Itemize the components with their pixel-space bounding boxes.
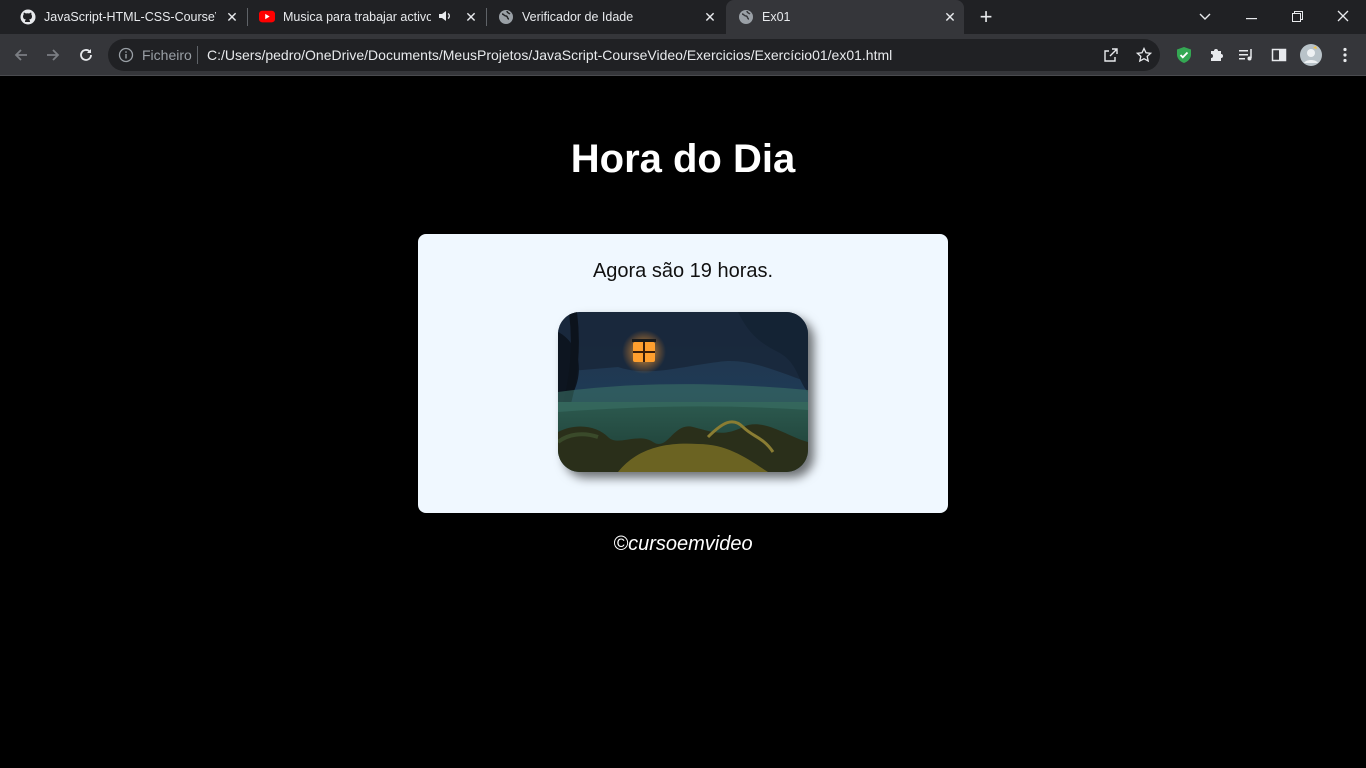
reload-button[interactable] xyxy=(73,42,99,68)
github-icon xyxy=(20,9,36,25)
media-control-icon[interactable] xyxy=(1236,44,1258,66)
tab-title: Ex01 xyxy=(762,10,791,24)
speaker-icon[interactable] xyxy=(437,9,453,25)
browser-toolbar: Ficheiro C:/Users/pedro/OneDrive/Documen… xyxy=(0,34,1366,76)
extensions-puzzle-icon[interactable] xyxy=(1205,44,1227,66)
profile-avatar[interactable] xyxy=(1300,44,1322,66)
page-title: Hora do Dia xyxy=(570,137,796,181)
globe-icon xyxy=(738,9,754,25)
minimize-button[interactable] xyxy=(1228,0,1274,34)
close-icon[interactable]: ✕ xyxy=(702,9,718,25)
address-bar[interactable]: Ficheiro C:/Users/pedro/OneDrive/Documen… xyxy=(108,39,1160,71)
globe-icon xyxy=(498,9,514,25)
restore-button[interactable] xyxy=(1274,0,1320,34)
share-icon[interactable] xyxy=(1101,45,1121,65)
adblock-shield-icon[interactable] xyxy=(1173,44,1195,66)
bookmark-star-icon[interactable] xyxy=(1134,45,1154,65)
tab-verificador[interactable]: Verificador de Idade ✕ xyxy=(486,0,724,34)
close-icon[interactable]: ✕ xyxy=(224,9,240,25)
tab-title: Musica para trabajar activo y xyxy=(283,10,431,24)
url-text[interactable]: C:/Users/pedro/OneDrive/Documents/MeusPr… xyxy=(207,47,892,63)
tab-title: Verificador de Idade xyxy=(522,10,634,24)
close-icon[interactable]: ✕ xyxy=(463,9,479,25)
time-message: Agora são 19 horas. xyxy=(592,260,774,282)
footer-credit: ©cursoemvideo xyxy=(613,533,753,555)
new-tab-button[interactable]: + xyxy=(976,6,996,28)
close-icon[interactable]: ✕ xyxy=(942,9,958,25)
scheme-label: Ficheiro xyxy=(142,47,192,63)
forest-illustration xyxy=(558,312,808,472)
tab-ex01[interactable]: Ex01 ✕ xyxy=(726,0,964,34)
tab-github[interactable]: JavaScript-HTML-CSS-CourseVid ✕ xyxy=(8,0,246,34)
tab-title: JavaScript-HTML-CSS-CourseVid xyxy=(44,10,216,24)
time-card: Agora são 19 horas. xyxy=(418,234,948,513)
tab-youtube[interactable]: Musica para trabajar activo y ✕ xyxy=(247,0,485,34)
tab-search-button[interactable] xyxy=(1182,0,1228,34)
night-forest-image xyxy=(558,312,808,472)
side-panel-icon[interactable] xyxy=(1268,44,1290,66)
page-content: Hora do Dia Agora são 19 horas. ©cursoem… xyxy=(0,77,1366,768)
menu-kebab-icon[interactable] xyxy=(1334,44,1356,66)
forward-button[interactable] xyxy=(40,42,66,68)
info-icon[interactable] xyxy=(118,47,134,63)
divider xyxy=(197,46,198,64)
close-window-button[interactable] xyxy=(1320,0,1366,34)
tab-strip: JavaScript-HTML-CSS-CourseVid ✕ Musica p… xyxy=(0,0,1366,34)
back-button[interactable] xyxy=(8,42,34,68)
youtube-icon xyxy=(259,9,275,25)
